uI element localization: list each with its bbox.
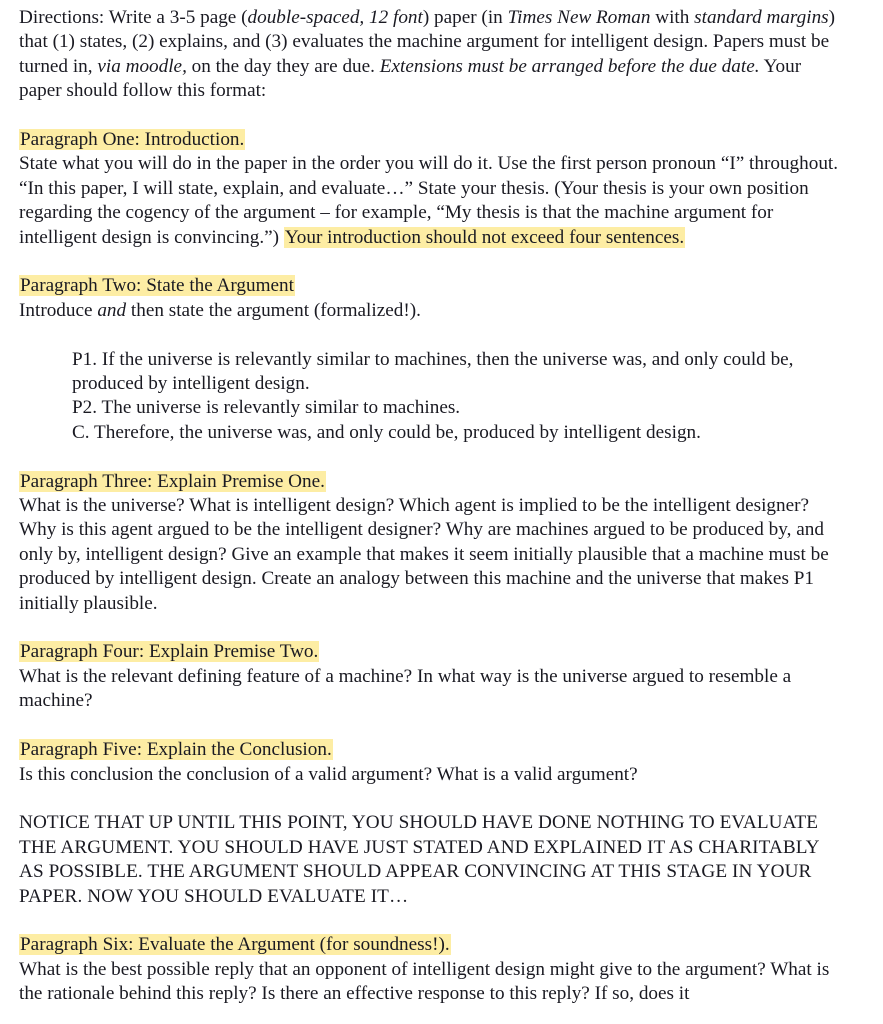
argument-premise-block: P1. If the universe is relevantly simila…	[19, 348, 843, 446]
paragraph-five-heading-line: Paragraph Five: Explain the Conclusion.	[19, 738, 843, 762]
paragraph-four-heading: Paragraph Four: Explain Premise Two.	[19, 641, 320, 663]
notice-block: NOTICE THAT UP UNTIL THIS POINT, YOU SHO…	[19, 812, 819, 907]
paragraph-four-heading-line: Paragraph Four: Explain Premise Two.	[19, 640, 843, 664]
paragraph-six-heading: Paragraph Six: Evaluate the Argument (fo…	[19, 934, 451, 956]
directions-italic-moodle: via moodle,	[97, 55, 187, 77]
paragraph-one-heading: Paragraph One: Introduction.	[19, 129, 246, 151]
directions-italic-font-name: Times New Roman	[507, 7, 651, 28]
paragraph-three-heading: Paragraph Three: Explain Premise One.	[19, 470, 326, 492]
directions-paragraph: Directions: Write a 3-5 page (double-spa…	[19, 6, 843, 104]
paragraph-one-body-highlight: Your introduction should not exceed four…	[283, 226, 686, 248]
directions-text-3: with	[650, 7, 695, 28]
paragraph-one-body: State what you will do in the paper in t…	[19, 152, 843, 250]
paragraph-two-body: Introduce and then state the argument (f…	[19, 299, 843, 323]
premise-p2: P2. The universe is relevantly similar t…	[72, 397, 461, 419]
document-body: Directions: Write a 3-5 page (double-spa…	[0, 0, 883, 1007]
paragraph-six-body: What is the best possible reply that an …	[19, 958, 830, 1005]
directions-text-2: ) paper (in	[422, 7, 508, 28]
paragraph-five-body: Is this conclusion the conclusion of a v…	[19, 763, 638, 785]
paragraph-two-body-text-1: Introduce	[19, 299, 98, 321]
document-page: Directions: Write a 3-5 page (double-spa…	[0, 0, 883, 1024]
directions-italic-format: double-spaced, 12 font	[247, 7, 423, 28]
directions-text-1: Directions: Write a 3-5 page (	[19, 7, 248, 28]
directions-italic-extensions: Extensions must be arranged before the d…	[379, 55, 760, 77]
directions-text-5: on the day they are due.	[186, 55, 380, 77]
paragraph-two-heading: Paragraph Two: State the Argument	[19, 275, 295, 297]
paragraph-one-heading-line: Paragraph One: Introduction.	[19, 128, 843, 152]
paragraph-six-heading-line: Paragraph Six: Evaluate the Argument (fo…	[19, 933, 843, 957]
paragraph-five-heading: Paragraph Five: Explain the Conclusion.	[19, 739, 333, 761]
directions-italic-margins: standard margins	[694, 7, 829, 28]
paragraph-three-body: What is the universe? What is intelligen…	[19, 495, 829, 614]
paragraph-two-body-text-2: then state the argument (formalized!).	[126, 299, 421, 321]
paragraph-four-body: What is the relevant defining feature of…	[19, 665, 792, 712]
premise-p1: P1. If the universe is relevantly simila…	[72, 348, 794, 395]
paragraph-two-heading-line: Paragraph Two: State the Argument	[19, 274, 843, 298]
paragraph-two-italic-and: and	[97, 299, 127, 321]
conclusion-c: C. Therefore, the universe was, and only…	[72, 421, 701, 443]
paragraph-three-heading-line: Paragraph Three: Explain Premise One.	[19, 470, 843, 494]
